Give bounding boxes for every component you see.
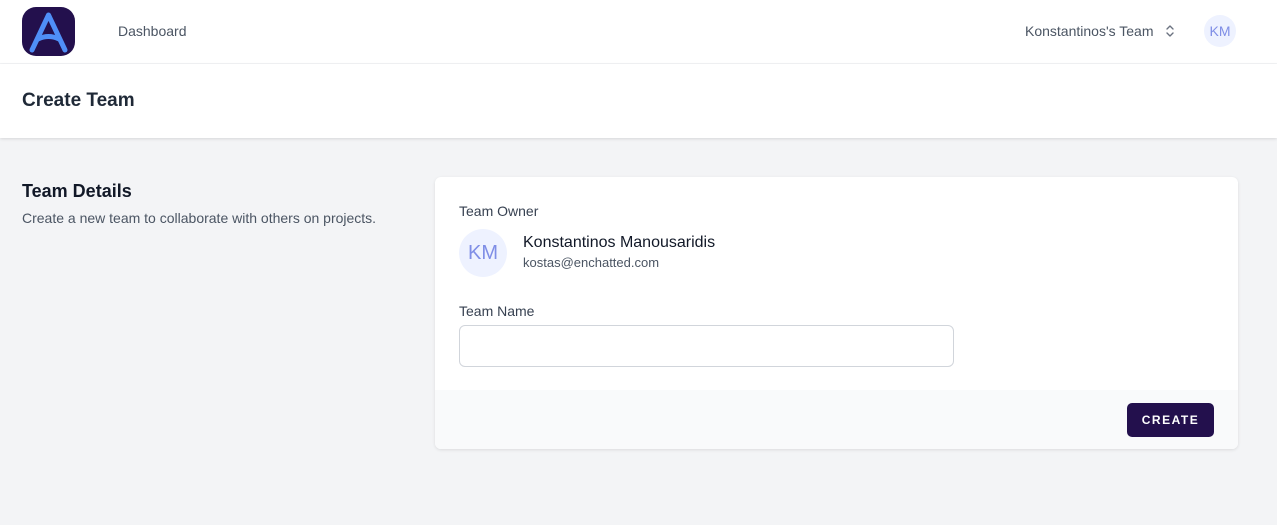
owner-avatar: KM bbox=[459, 229, 507, 277]
page-header: Create Team bbox=[0, 64, 1277, 138]
owner-name: Konstantinos Manousaridis bbox=[523, 234, 716, 251]
team-switcher-label: Konstantinos's Team bbox=[1025, 23, 1154, 39]
team-name-input[interactable] bbox=[459, 325, 954, 367]
owner-email: kostas@enchatted.com bbox=[523, 255, 660, 270]
nav-link-dashboard[interactable]: Dashboard bbox=[118, 23, 187, 39]
user-avatar-button[interactable]: KM bbox=[1204, 15, 1236, 47]
app-logo-icon[interactable] bbox=[22, 7, 75, 56]
create-button[interactable]: CREATE bbox=[1127, 403, 1214, 437]
top-navigation: Dashboard Konstantinos's Team KM bbox=[0, 0, 1277, 64]
chevron-up-down-icon bbox=[1165, 25, 1174, 37]
team-owner-label: Team Owner bbox=[459, 203, 539, 219]
page-title: Create Team bbox=[22, 90, 135, 111]
form-actions: CREATE bbox=[435, 390, 1238, 449]
team-name-label: Team Name bbox=[459, 303, 535, 319]
team-switcher[interactable]: Konstantinos's Team bbox=[1025, 22, 1176, 40]
section-description: Create a new team to collaborate with ot… bbox=[22, 210, 377, 226]
section-title: Team Details bbox=[22, 181, 132, 201]
create-team-form-card: Team Owner KM Konstantinos Manousaridis … bbox=[435, 177, 1238, 449]
